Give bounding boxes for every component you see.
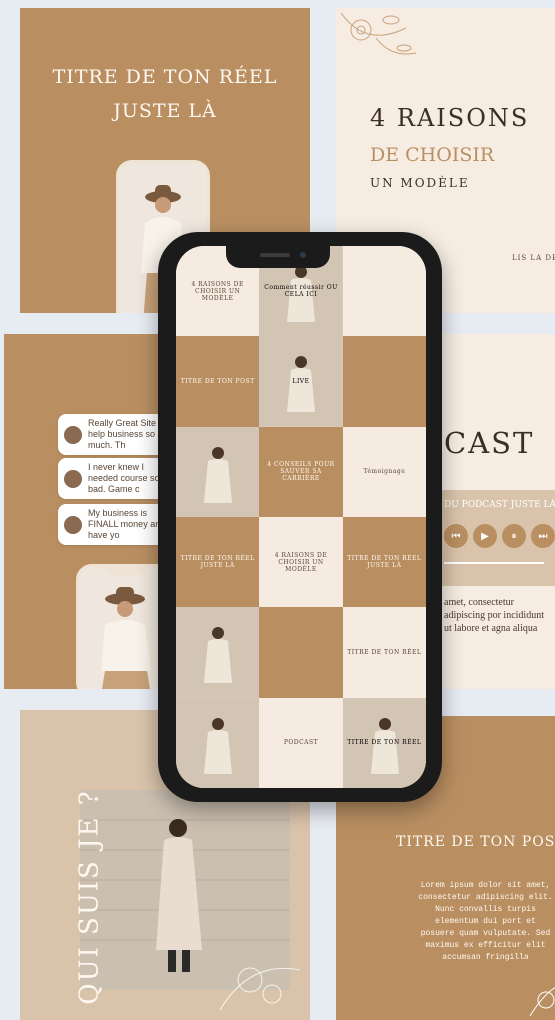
feed-post-photo [176,607,259,698]
feed-post-tile[interactable] [176,607,260,698]
feed-post-caption: 4 CONSEILS POUR SAUVER SA CARRIÈRE [267,461,335,483]
podcast-subtitle: DU PODCAST JUSTE LÀ [444,500,555,510]
next-icon[interactable]: ⏭ [531,524,555,548]
feed-post-tile[interactable] [259,607,343,698]
reasons-line3: UN MODÈLE [370,176,470,190]
reasons-line2: DE CHOISIR [370,144,495,166]
post-title: TITRE DE TON POST [396,834,555,850]
feed-post-tile[interactable]: Témoignage [342,426,426,517]
speaker-grille [259,253,290,257]
avatar [64,469,82,488]
feed-post-tile[interactable]: 4 CONSEILS POUR SAUVER SA CARRIÈRE [259,426,343,517]
avatar [64,425,82,444]
reel-title-line1: TITRE DE TON RÉEL [52,66,278,88]
phone-notch [225,246,330,268]
feed-post-caption: 4 RAISONS DE CHOISIR UN MODÈLE [191,280,244,302]
phone-screen: 4 RAISONS DE CHOISIR UN MODÈLE Comment ré… [176,246,426,788]
podcast-title: CAST [444,426,535,460]
feed-post-photo [176,426,259,517]
feed-post-tile[interactable]: PODCAST [259,697,343,788]
feed-post-tile[interactable]: TITRE DE TON RÉEL [342,697,426,788]
feed-post-caption: TITRE DE TON RÉEL [347,648,422,656]
podcast-body: amet, consectetur adipiscing por incidid… [444,597,544,634]
floral-decoration-icon [529,987,555,1017]
player-controls: ⏮ ▶ ⏸ ⏭ [444,524,555,548]
avatar [64,515,82,534]
pause-icon[interactable]: ⏸ [502,524,526,548]
feed-post-caption: LIVE [292,377,310,385]
about-vertical-title: QUI SUIS JE ? [74,789,105,1005]
post-body: Lorem ipsum dolor sit amet, consectetur … [418,881,553,962]
play-icon[interactable]: ▶ [473,524,497,548]
feed-post-caption: Comment réussir OU CELA ICI [264,284,338,299]
feed-post-tile[interactable] [176,697,260,788]
reasons-corner-text: LIS LA DE [512,254,555,262]
feed-post-photo [176,697,259,788]
feed-post-tile[interactable]: TITRE DE TON POST [176,336,260,427]
feed-post-caption: TITRE DE TON POST [180,377,255,385]
feed-post-tile[interactable]: 4 RAISONS DE CHOISIR UN MODÈLE [259,517,343,608]
feed-post-caption: TITRE DE TON RÉEL [347,739,422,747]
podcast-panel: DU PODCAST JUSTE LÀ ⏮ ▶ ⏸ ⏭ [434,490,555,586]
camera-icon [299,252,306,258]
reasons-line1: 4 RAISONS [370,104,530,132]
feed-post-caption: TITRE DE TON RÉEL JUSTE LÀ [347,555,422,570]
feed-post-tile[interactable]: LIVE [259,336,343,427]
tile-testimonials: Really Great Site help business so much.… [4,334,182,689]
floral-decoration-icon [340,12,417,55]
feed-post-tile[interactable] [176,426,260,517]
feed-post-tile[interactable]: TITRE DE TON RÉEL [342,607,426,698]
feed-post-caption: 4 RAISONS DE CHOISIR UN MODÈLE [274,551,328,573]
feed-post-caption: Témoignage [363,468,406,476]
feed-post-tile[interactable] [342,246,426,337]
feed-post-caption: PODCAST [283,739,319,747]
reel-title-line2: JUSTE LÀ [113,100,217,122]
feed-post-tile[interactable]: TITRE DE TON RÉEL JUSTE LÀ [342,517,426,608]
progress-track[interactable] [444,562,544,564]
feed-post-tile[interactable]: TITRE DE TON RÉEL JUSTE LÀ [176,517,260,608]
instagram-feed-grid: 4 RAISONS DE CHOISIR UN MODÈLE Comment ré… [176,246,426,788]
previous-icon[interactable]: ⏮ [444,524,468,548]
mini-phone-notch [107,567,147,575]
feed-post-tile[interactable] [342,336,426,427]
feed-post-caption: TITRE DE TON RÉEL JUSTE LÀ [180,555,255,570]
